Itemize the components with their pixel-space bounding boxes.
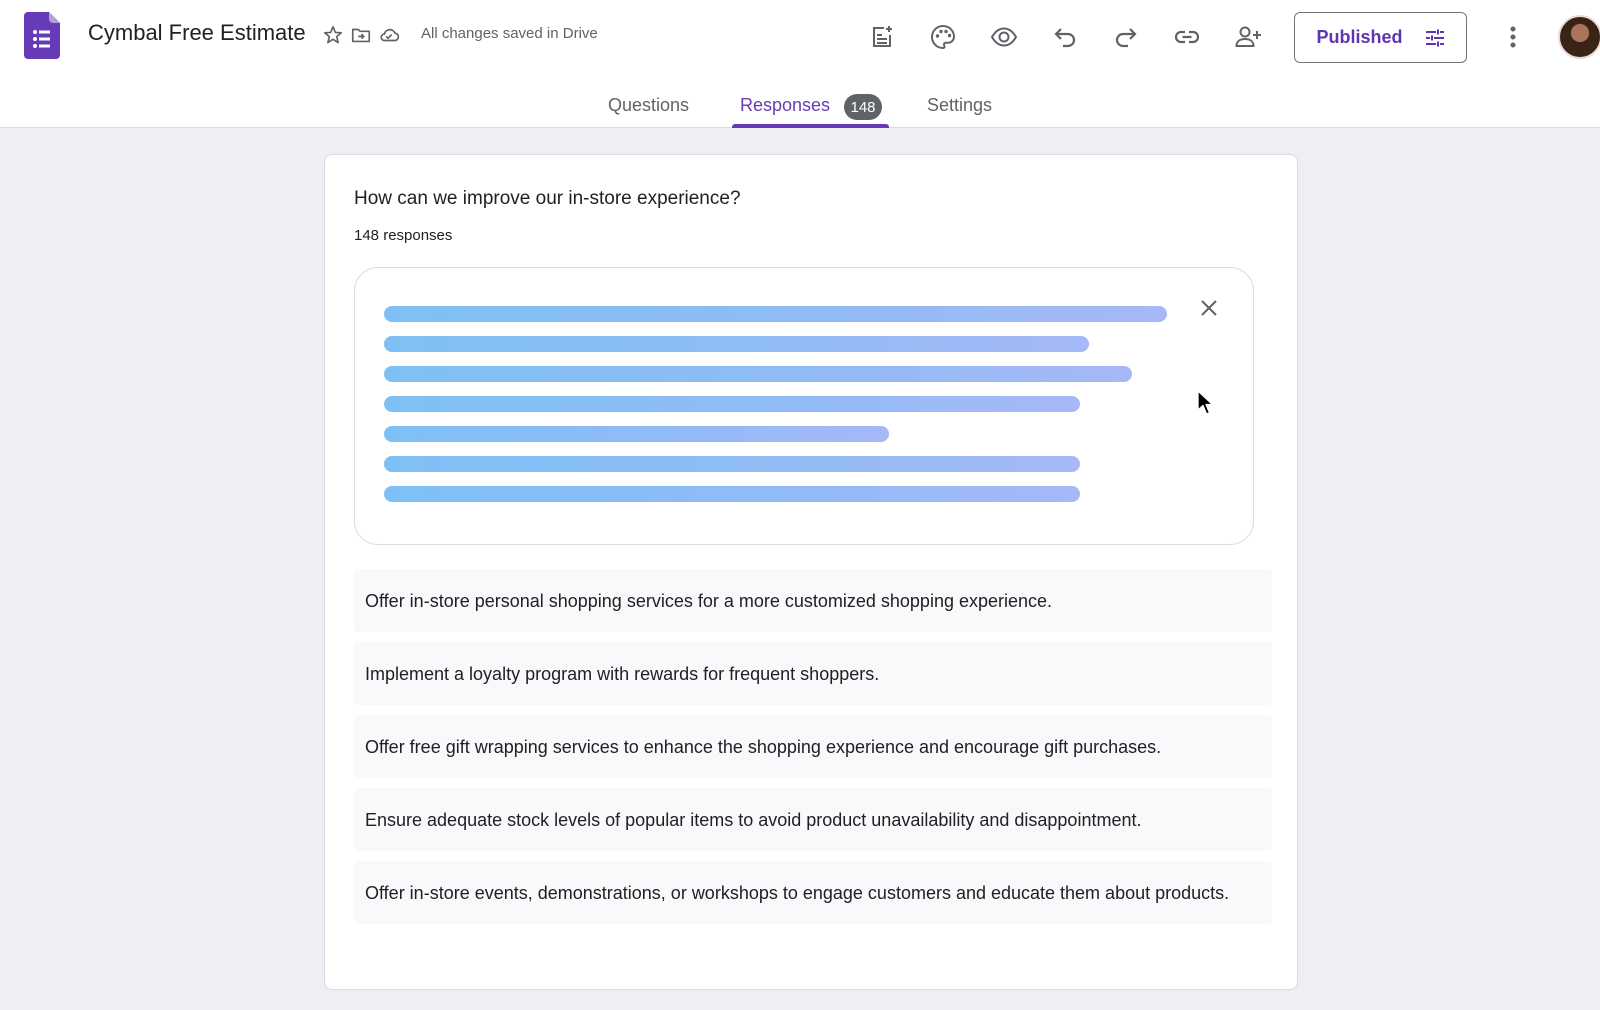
preview-button[interactable] — [984, 17, 1024, 57]
responses-count-badge: 148 — [844, 94, 882, 120]
palette-icon — [931, 24, 956, 50]
published-button[interactable]: Published — [1294, 12, 1467, 63]
add-summary-icon — [873, 26, 892, 47]
account-avatar[interactable] — [1558, 15, 1600, 59]
tune-icon — [1425, 29, 1444, 46]
question-responses-card: How can we improve our in-store experien… — [324, 154, 1298, 990]
active-tab-indicator — [732, 124, 889, 128]
move-to-folder-icon[interactable] — [350, 24, 372, 46]
summary-loading-line — [384, 456, 1080, 472]
undo-icon — [1054, 28, 1076, 48]
add-collaborators-button[interactable] — [1228, 17, 1268, 57]
summary-loading-line — [384, 336, 1089, 352]
mouse-pointer-icon — [1197, 390, 1214, 415]
redo-button[interactable] — [1106, 17, 1146, 57]
question-title: How can we improve our in-store experien… — [354, 188, 741, 209]
tab-responses[interactable]: Responses — [740, 95, 830, 116]
forms-app-icon[interactable] — [24, 12, 60, 59]
close-icon — [1201, 300, 1217, 316]
summary-loading-line — [384, 366, 1132, 382]
summary-panel-loading — [354, 267, 1254, 545]
add-collaborator-icon — [1235, 26, 1261, 47]
customize-theme-button[interactable] — [923, 17, 963, 57]
document-title[interactable]: Cymbal Free Estimate — [88, 20, 306, 46]
star-icon[interactable] — [322, 24, 344, 46]
close-summary-button[interactable] — [1191, 290, 1227, 326]
link-icon — [1174, 30, 1200, 44]
preview-eye-icon — [990, 27, 1018, 47]
response-count: 148 responses — [354, 227, 453, 244]
tab-questions[interactable]: Questions — [608, 95, 689, 116]
summary-loading-line — [384, 426, 889, 442]
redo-icon — [1115, 28, 1137, 48]
top-bar: Cymbal Free Estimate All changes saved i… — [0, 0, 1600, 128]
add-summary-button[interactable] — [862, 17, 902, 57]
summary-loading-line — [384, 396, 1080, 412]
response-list: Offer in-store personal shopping service… — [354, 569, 1272, 934]
response-item: Offer in-store personal shopping service… — [354, 569, 1272, 632]
published-label: Published — [1316, 27, 1403, 47]
copy-link-button[interactable] — [1167, 17, 1207, 57]
response-item: Ensure adequate stock levels of popular … — [354, 788, 1272, 851]
save-status: All changes saved in Drive — [421, 25, 598, 42]
summary-loading-line — [384, 486, 1080, 502]
tab-settings[interactable]: Settings — [927, 95, 992, 116]
cloud-saved-icon[interactable] — [378, 24, 400, 46]
summary-loading-line — [384, 306, 1167, 322]
response-item: Offer free gift wrapping services to enh… — [354, 715, 1272, 778]
response-item: Offer in-store events, demonstrations, o… — [354, 861, 1272, 924]
more-vert-icon — [1510, 26, 1516, 48]
response-item: Implement a loyalty program with rewards… — [354, 642, 1272, 705]
more-options-button[interactable] — [1493, 17, 1533, 57]
undo-button[interactable] — [1045, 17, 1085, 57]
